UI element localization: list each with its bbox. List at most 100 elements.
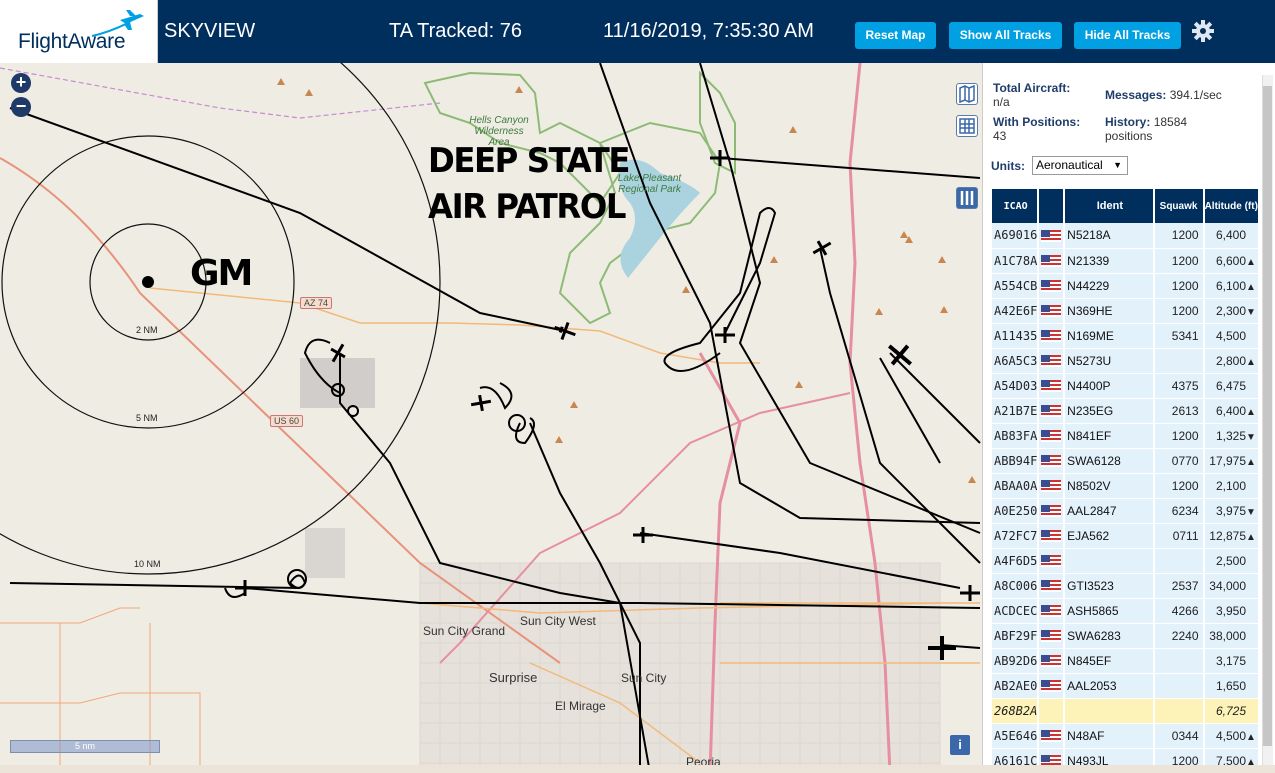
row-altitude-trend-icon: ▲ (1246, 406, 1256, 418)
row-ident: EJA562 (1064, 523, 1155, 549)
row-ident (1064, 698, 1155, 724)
row-squawk: 1200 (1153, 223, 1205, 249)
table-row[interactable]: A1C78A N21339 1200 6,600▲ (992, 248, 1260, 274)
highway-shield-az74: AZ 74 (300, 297, 333, 309)
sidebar-scroll-thumb[interactable] (1263, 86, 1272, 746)
row-altitude-value: 6,400 (1215, 228, 1246, 243)
row-altitude: 6,400 (1203, 223, 1260, 249)
row-squawk: 1200 (1153, 273, 1205, 299)
us-flag-icon (1041, 480, 1062, 493)
dropdown-arrow-icon: ▼ (1113, 160, 1122, 170)
map-layer-icon[interactable] (956, 83, 978, 105)
units-label: Units: (991, 159, 1025, 173)
show-all-tracks-button[interactable]: Show All Tracks (949, 22, 1062, 49)
with-positions-value: 43 (993, 129, 1007, 143)
row-icao: ABB94F (992, 448, 1040, 474)
row-ident: N48AF (1064, 723, 1155, 749)
row-icao: A54D03 (992, 373, 1040, 399)
row-ident: N235EG (1064, 398, 1155, 424)
table-row[interactable]: ACDCEC ASH5865 4266 3,950 (992, 598, 1260, 624)
table-row[interactable]: A69016 N5218A 1200 6,400 (992, 223, 1260, 249)
row-ident: SWA6283 (1064, 623, 1155, 649)
table-row[interactable]: ABAA0A N8502V 1200 2,100 (992, 473, 1260, 499)
row-flag (1038, 698, 1066, 724)
us-flag-icon (1041, 305, 1062, 318)
row-icao: A72FC7 (992, 523, 1040, 549)
col-header-flag[interactable] (1038, 189, 1066, 223)
col-header-altitude[interactable]: Altitude (ft) (1203, 189, 1260, 223)
place-sun-city: Sun City (621, 671, 667, 685)
row-icao: A42E6F (992, 298, 1040, 324)
col-header-icao[interactable]: ICAO (992, 189, 1040, 223)
row-altitude-trend-icon: ▼ (1246, 506, 1256, 518)
row-altitude-trend-icon: ▲ (1246, 256, 1256, 268)
table-row[interactable]: A54D03 N4400P 4375 6,475 (992, 373, 1260, 399)
row-altitude-value: 4,500 (1215, 328, 1246, 343)
table-row[interactable]: A72FC7 EJA562 0711 12,875▲ (992, 523, 1260, 549)
map-info-button[interactable]: i (950, 735, 970, 755)
row-altitude-value: 3,950 (1215, 603, 1246, 618)
overlay-text-line2: AIR PATROL (428, 187, 626, 227)
row-flag (1038, 423, 1066, 449)
table-row[interactable]: A11435 N169ME 5341 4,500 (992, 323, 1260, 349)
units-select[interactable]: Aeronautical ▼ (1032, 156, 1128, 175)
row-flag (1038, 373, 1066, 399)
place-sun-city-west: Sun City West (520, 614, 596, 628)
row-squawk: 2537 (1153, 573, 1205, 599)
row-altitude: 6,400▲ (1203, 398, 1260, 424)
row-icao: ABAA0A (992, 473, 1040, 499)
row-flag (1038, 548, 1066, 574)
table-row[interactable]: AB83FA N841EF 1200 1,325▼ (992, 423, 1260, 449)
column-toggle-icon[interactable] (956, 187, 978, 209)
row-squawk: 1200 (1153, 248, 1205, 274)
col-header-squawk[interactable]: Squawk (1153, 189, 1205, 223)
table-row[interactable]: A5E646 N48AF 0344 4,500▲ (992, 723, 1260, 749)
zoom-in-button[interactable]: + (11, 73, 31, 93)
with-positions-label: With Positions: (993, 115, 1081, 129)
map-view[interactable]: + − DEEP STATE AIR PATROL GM 2 NM 5 NM 1… (0, 63, 982, 773)
flightaware-logo[interactable]: FlightAware (0, 0, 158, 63)
table-row[interactable]: A554CB N44229 1200 6,100▲ (992, 273, 1260, 299)
table-row[interactable]: ABF29F SWA6283 2240 38,000 (992, 623, 1260, 649)
table-row[interactable]: 268B2A 6,725 (992, 698, 1260, 724)
place-surprise: Surprise (489, 670, 538, 685)
us-flag-icon (1041, 555, 1062, 568)
row-altitude-trend-icon: ▲ (1246, 731, 1256, 743)
row-altitude-value: 6,100 (1215, 278, 1246, 293)
total-aircraft-stat: Total Aircraft: n/a (993, 81, 1103, 109)
messages-stat: Messages: 394.1/sec (1105, 88, 1255, 102)
row-squawk: 1200 (1153, 298, 1205, 324)
row-altitude-value: 2,800 (1215, 353, 1246, 368)
hide-all-tracks-button[interactable]: Hide All Tracks (1074, 22, 1181, 49)
ring-label-2nm: 2 NM (136, 325, 158, 335)
table-row[interactable]: A4F6D5 2,500 (992, 548, 1260, 574)
table-row[interactable]: A0E250 AAL2847 6234 3,975▼ (992, 498, 1260, 524)
table-row[interactable]: A42E6F N369HE 1200 2,300▼ (992, 298, 1260, 324)
zoom-out-button[interactable]: − (11, 97, 31, 117)
col-header-ident[interactable]: Ident (1064, 189, 1155, 223)
row-ident: N169ME (1064, 323, 1155, 349)
row-altitude-value: 4,500 (1215, 728, 1246, 743)
total-aircraft-label: Total Aircraft: (993, 81, 1071, 95)
row-ident: N369HE (1064, 298, 1155, 324)
row-altitude-value: 1,325 (1215, 428, 1246, 443)
us-flag-icon (1041, 405, 1062, 418)
row-altitude: 3,950 (1203, 598, 1260, 624)
us-flag-icon (1041, 530, 1062, 543)
row-icao: A6A5C3 (992, 348, 1040, 374)
table-row[interactable]: ABB94F SWA6128 0770 17,975▲ (992, 448, 1260, 474)
row-icao: A4F6D5 (992, 548, 1040, 574)
grid-toggle-icon[interactable] (956, 115, 978, 137)
table-row[interactable]: AB2AE0 AAL2053 1,650 (992, 673, 1260, 699)
table-row[interactable]: A21B7E N235EG 2613 6,400▲ (992, 398, 1260, 424)
place-el-mirage: El Mirage (555, 699, 606, 713)
table-row[interactable]: AB92D6 N845EF 3,175 (992, 648, 1260, 674)
reset-map-button[interactable]: Reset Map (855, 22, 936, 49)
us-flag-icon (1041, 355, 1062, 368)
row-altitude-value: 34,000 (1209, 578, 1246, 593)
table-row[interactable]: A8C006 GTI3523 2537 34,000 (992, 573, 1260, 599)
row-icao: A11435 (992, 323, 1040, 349)
table-row[interactable]: A6A5C3 N5273U 2,800▲ (992, 348, 1260, 374)
row-squawk (1153, 698, 1205, 724)
settings-gear-icon[interactable] (1190, 18, 1216, 44)
